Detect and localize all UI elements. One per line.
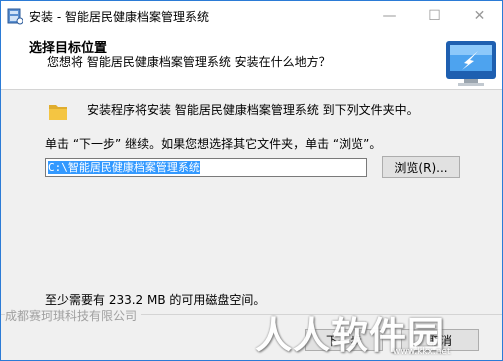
maximize-icon: ☐	[428, 8, 441, 24]
browse-button[interactable]: 浏览(R)...	[382, 156, 460, 178]
minimize-button[interactable]: —	[367, 1, 412, 31]
disk-space-text: 至少需要有 233.2 MB 的可用磁盘空间。	[45, 293, 266, 307]
instruction-text: 单击 “下一步” 继续。如果您想选择其它文件夹，单击 “浏览”。	[45, 137, 382, 151]
maximize-button[interactable]: ☐	[412, 1, 457, 31]
close-icon: ✕	[473, 8, 486, 24]
browse-button-label: 浏览(R)...	[394, 160, 448, 175]
wizard-header: 选择目标位置 您想将 智能居民健康档案管理系统 安装在什么地方？	[1, 31, 502, 90]
close-button[interactable]: ✕	[457, 1, 502, 31]
install-info-text: 安装程序将安装 智能居民健康档案管理系统 到下列文件夹中。	[87, 103, 419, 117]
page-subtitle: 您想将 智能居民健康档案管理系统 安装在什么地方？	[47, 55, 331, 69]
minimize-icon: —	[382, 8, 397, 24]
install-path-value: C:\智能居民健康档案管理系统	[48, 161, 200, 174]
window-title: 安装 - 智能居民健康档案管理系统	[29, 10, 209, 24]
company-name: 成都赛珂琪科技有限公司	[5, 307, 142, 324]
title-bar[interactable]: 安装 - 智能居民健康档案管理系统 — ☐ ✕	[1, 1, 502, 31]
folder-icon	[49, 105, 67, 120]
computer-install-icon	[446, 41, 496, 86]
setup-app-icon	[7, 8, 23, 25]
watermark-url: www.kkx.net	[393, 347, 451, 357]
installer-window: 安装 - 智能居民健康档案管理系统 — ☐ ✕ 选择目标位置 您想将 智能居民健…	[0, 0, 503, 361]
install-path-input[interactable]: C:\智能居民健康档案管理系统	[45, 158, 367, 177]
